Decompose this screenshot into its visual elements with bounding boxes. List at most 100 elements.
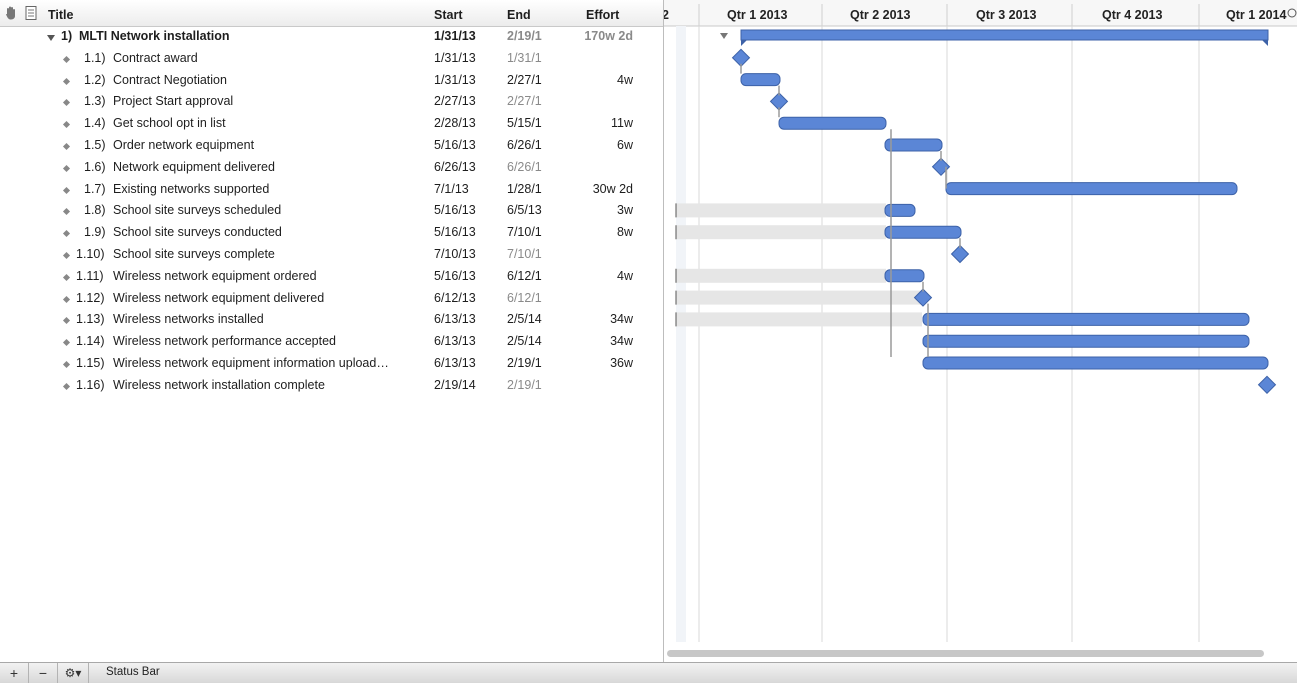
task-title[interactable]: Contract award bbox=[113, 51, 405, 65]
task-title[interactable]: MLTI Network installation bbox=[79, 29, 419, 43]
task-title[interactable]: Network equipment delivered bbox=[113, 160, 405, 174]
horizontal-scrollbar[interactable] bbox=[667, 650, 1264, 657]
task-end[interactable]: 1/28/1 bbox=[507, 182, 550, 196]
task-row[interactable]: 1.3) Project Start approval 2/27/13 2/27/1 bbox=[0, 91, 663, 113]
task-start[interactable]: 1/31/13 bbox=[434, 73, 482, 87]
task-start[interactable]: 5/16/13 bbox=[434, 269, 482, 283]
milestone-diamond[interactable] bbox=[950, 244, 970, 264]
task-start[interactable]: 6/13/13 bbox=[434, 334, 482, 348]
task-effort[interactable]: 8w bbox=[560, 225, 633, 239]
task-end[interactable]: 2/5/14 bbox=[507, 334, 550, 348]
task-effort[interactable]: 170w 2d bbox=[560, 29, 633, 43]
task-start[interactable]: 7/10/13 bbox=[434, 247, 482, 261]
action-menu-button[interactable]: ⚙▾ bbox=[58, 663, 89, 683]
task-end[interactable]: 7/10/1 bbox=[507, 247, 550, 261]
task-effort[interactable]: 3w bbox=[560, 203, 633, 217]
task-effort[interactable]: 4w bbox=[560, 73, 633, 87]
task-row[interactable]: 1.8) School site surveys scheduled 5/16/13… bbox=[0, 200, 663, 222]
task-row[interactable]: 1.5) Order network equipment 5/16/13 6/26/1… bbox=[0, 135, 663, 157]
task-row[interactable]: 1.4) Get school opt in list 2/28/13 5/15/1 1… bbox=[0, 113, 663, 135]
task-bar[interactable] bbox=[884, 138, 943, 152]
task-end[interactable]: 5/15/1 bbox=[507, 116, 550, 130]
task-bar[interactable] bbox=[884, 203, 916, 217]
task-end[interactable]: 6/5/13 bbox=[507, 203, 550, 217]
task-title[interactable]: School site surveys conducted bbox=[113, 225, 405, 239]
task-row[interactable]: 1.6) Network equipment delivered 6/26/13 6/… bbox=[0, 157, 663, 179]
column-header-end[interactable]: End bbox=[507, 8, 531, 22]
task-effort[interactable]: 6w bbox=[560, 138, 633, 152]
task-effort[interactable]: 34w bbox=[560, 334, 633, 348]
task-title[interactable]: Wireless network equipment delivered bbox=[113, 291, 405, 305]
column-header-title[interactable]: Title bbox=[48, 8, 73, 22]
task-title[interactable]: School site surveys scheduled bbox=[113, 203, 405, 217]
task-row[interactable]: 1.12) Wireless network equipment delivere… bbox=[0, 288, 663, 310]
task-title[interactable]: Project Start approval bbox=[113, 94, 405, 108]
task-effort[interactable]: 11w bbox=[560, 116, 633, 130]
task-start[interactable]: 1/31/13 bbox=[434, 29, 482, 43]
task-effort[interactable]: 4w bbox=[560, 269, 633, 283]
task-bar[interactable] bbox=[922, 312, 1250, 326]
task-bar[interactable] bbox=[922, 356, 1269, 370]
hand-icon[interactable] bbox=[4, 5, 18, 21]
task-row[interactable]: 1.13) Wireless networks installed 6/13/13 2… bbox=[0, 309, 663, 331]
task-end[interactable]: 2/27/1 bbox=[507, 73, 550, 87]
task-row[interactable]: 1.14) Wireless network performance accept… bbox=[0, 331, 663, 353]
column-header-effort[interactable]: Effort bbox=[586, 8, 619, 22]
task-row[interactable]: 1.9) School site surveys conducted 5/16/13… bbox=[0, 222, 663, 244]
group-summary-bar[interactable] bbox=[740, 29, 1269, 41]
task-start[interactable]: 5/16/13 bbox=[434, 225, 482, 239]
task-title[interactable]: Wireless network equipment information u… bbox=[113, 356, 405, 370]
milestone-diamond[interactable] bbox=[731, 48, 751, 67]
task-title[interactable]: Order network equipment bbox=[113, 138, 405, 152]
task-row[interactable]: 1.1) Contract award 1/31/13 1/31/1 bbox=[0, 48, 663, 70]
task-title[interactable]: Wireless networks installed bbox=[113, 312, 405, 326]
task-title[interactable]: Wireless network performance accepted bbox=[113, 334, 405, 348]
task-start[interactable]: 1/31/13 bbox=[434, 51, 482, 65]
note-icon[interactable] bbox=[24, 5, 38, 21]
milestone-diamond[interactable] bbox=[1257, 375, 1277, 394]
task-row[interactable]: 1.7) Existing networks supported 7/1/13 1/2… bbox=[0, 179, 663, 201]
task-row[interactable]: 1.11) Wireless network equipment ordered 5… bbox=[0, 266, 663, 288]
task-end[interactable]: 2/19/1 bbox=[507, 29, 550, 43]
task-end[interactable]: 6/12/1 bbox=[507, 269, 550, 283]
task-start[interactable]: 6/13/13 bbox=[434, 312, 482, 326]
task-start[interactable]: 6/13/13 bbox=[434, 356, 482, 370]
group-collapse-icon[interactable] bbox=[720, 33, 728, 39]
task-row[interactable]: 1.2) Contract Negotiation 1/31/13 2/27/1 4w bbox=[0, 70, 663, 92]
task-title[interactable]: Get school opt in list bbox=[113, 116, 405, 130]
add-task-button[interactable]: + bbox=[0, 663, 29, 683]
task-effort[interactable]: 36w bbox=[560, 356, 633, 370]
task-end[interactable]: 2/19/1 bbox=[507, 356, 550, 370]
task-title[interactable]: Wireless network equipment ordered bbox=[113, 269, 405, 283]
task-title[interactable]: Contract Negotiation bbox=[113, 73, 405, 87]
task-row[interactable]: 1) MLTI Network installation 1/31/13 2/19/1… bbox=[0, 26, 663, 48]
task-end[interactable]: 6/26/1 bbox=[507, 160, 550, 174]
gantt-canvas[interactable]: 2 Qtr 1 2013 Qtr 2 2013 Qtr 3 2013 Qtr 4 201… bbox=[664, 0, 1297, 662]
task-row[interactable]: 1.16) Wireless network installation compl… bbox=[0, 375, 663, 397]
column-header-start[interactable]: Start bbox=[434, 8, 462, 22]
task-row[interactable]: 1.15) Wireless network equipment informat… bbox=[0, 353, 663, 375]
task-end[interactable]: 2/27/1 bbox=[507, 94, 550, 108]
task-title[interactable]: Wireless network installation complete bbox=[113, 378, 405, 392]
task-start[interactable]: 6/26/13 bbox=[434, 160, 482, 174]
task-start[interactable]: 2/27/13 bbox=[434, 94, 482, 108]
task-title[interactable]: Existing networks supported bbox=[113, 182, 405, 196]
task-start[interactable]: 5/16/13 bbox=[434, 203, 482, 217]
task-end[interactable]: 1/31/1 bbox=[507, 51, 550, 65]
milestone-diamond[interactable] bbox=[769, 92, 789, 111]
task-start[interactable]: 2/28/13 bbox=[434, 116, 482, 130]
task-start[interactable]: 2/19/14 bbox=[434, 378, 482, 392]
task-bar[interactable] bbox=[884, 225, 962, 239]
remove-task-button[interactable]: − bbox=[29, 663, 58, 683]
task-effort[interactable]: 30w 2d bbox=[560, 182, 633, 196]
task-bar[interactable] bbox=[778, 116, 887, 130]
task-start[interactable]: 5/16/13 bbox=[434, 138, 482, 152]
disclosure-triangle-icon[interactable] bbox=[47, 35, 55, 41]
task-end[interactable]: 6/26/1 bbox=[507, 138, 550, 152]
task-end[interactable]: 2/5/14 bbox=[507, 312, 550, 326]
task-effort[interactable]: 34w bbox=[560, 312, 633, 326]
task-bar[interactable] bbox=[945, 182, 1238, 196]
task-bar[interactable] bbox=[740, 73, 781, 87]
task-end[interactable]: 2/19/1 bbox=[507, 378, 550, 392]
task-end[interactable]: 7/10/1 bbox=[507, 225, 550, 239]
